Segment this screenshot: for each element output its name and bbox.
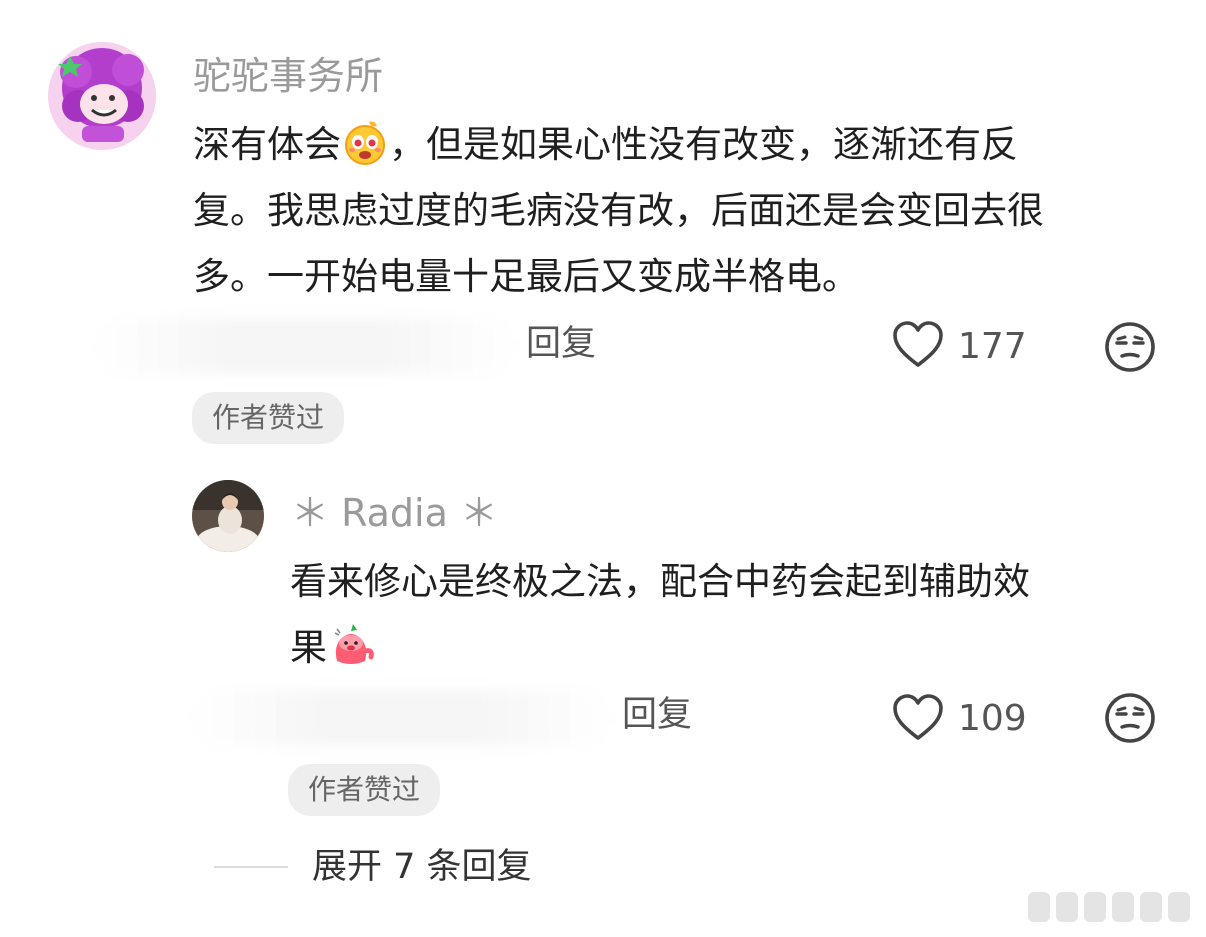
blurred-meta-area <box>95 318 515 374</box>
comment-text-line: 多。一开始电量十足最后又变成半格电。 <box>193 255 859 298</box>
unamused-face-icon <box>1105 693 1155 743</box>
like-count: 109 <box>958 698 1027 739</box>
avatar[interactable] <box>48 42 156 150</box>
comment-text-line: ，但是如果心性没有改变，逐渐还有反 <box>389 123 1018 166</box>
unamused-face-icon <box>1105 322 1155 372</box>
pink-blob-emoji-icon <box>327 621 375 669</box>
dislike-button[interactable] <box>1104 321 1156 373</box>
avatar-photo-image <box>192 480 264 552</box>
expand-replies-button[interactable]: 展开 7 条回复 <box>312 850 532 885</box>
expand-divider <box>214 866 288 868</box>
author-liked-badge: 作者赞过 <box>288 764 441 816</box>
comment-text-line: 深有体会 <box>193 123 341 166</box>
heart-outline-icon <box>893 321 943 367</box>
blurred-meta-area <box>192 690 612 746</box>
comment-text-line: 复。我思虑过度的毛病没有改，后面还是会变回去很 <box>193 189 1044 232</box>
avatar[interactable] <box>192 480 264 552</box>
dislike-button[interactable] <box>1104 692 1156 744</box>
reply-text-line: 看来修心是终极之法，配合中药会起到辅助效 <box>290 560 1030 603</box>
comment-body: 深有体会 ，但是如果心性没有改变，逐渐还有反 复。我思虑过度的毛病没有改，后面还… <box>193 112 1044 310</box>
reply-button[interactable]: 回复 <box>526 327 596 362</box>
surprised-emoji-icon <box>341 118 389 166</box>
like-count: 177 <box>958 326 1027 367</box>
author-liked-badge: 作者赞过 <box>192 392 345 444</box>
avatar-lion-image <box>48 42 156 150</box>
reply-body: 看来修心是终极之法，配合中药会起到辅助效 果 <box>290 549 1030 681</box>
like-button[interactable] <box>892 694 944 742</box>
watermark-decoration <box>1028 892 1198 922</box>
comment-username[interactable]: 驼驼事务所 <box>193 57 383 95</box>
like-button[interactable] <box>892 321 944 369</box>
reply-text-line: 果 <box>290 626 327 669</box>
heart-outline-icon <box>893 694 943 740</box>
reply-username[interactable]: ＊ Radia ＊ <box>291 494 498 532</box>
reply-button[interactable]: 回复 <box>622 698 692 733</box>
